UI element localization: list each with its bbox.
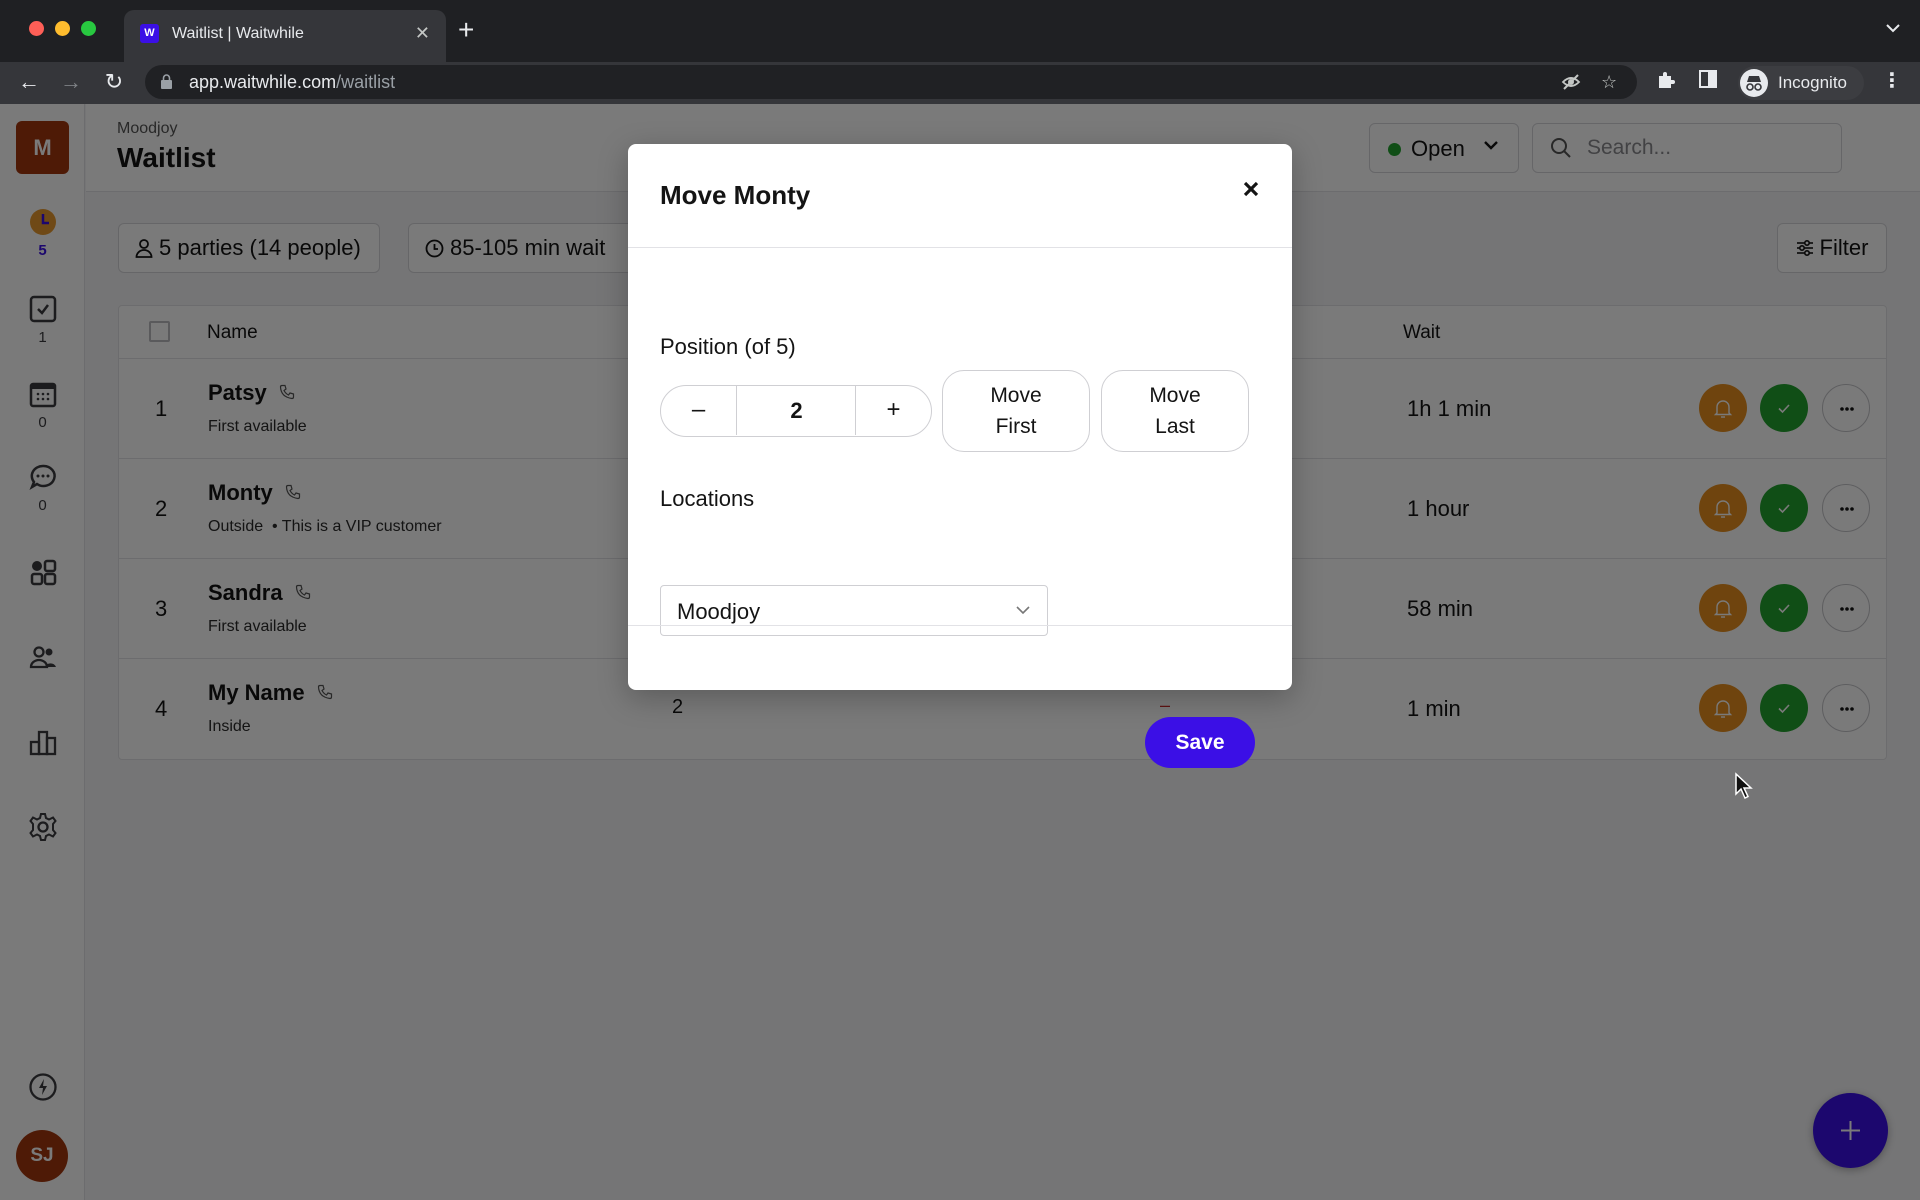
position-input[interactable] <box>738 386 855 435</box>
tab-search-chevron-icon[interactable] <box>1886 20 1900 38</box>
tab-title: Waitlist | Waitwhile <box>172 25 304 42</box>
save-button[interactable]: Save <box>1145 717 1255 768</box>
browser-menu-icon[interactable]: ⋮ <box>1882 68 1902 93</box>
waitwhile-favicon-icon: W <box>140 24 159 43</box>
decrement-position-button[interactable]: – <box>661 386 737 435</box>
dialog-header: Move Monty <box>628 144 1292 248</box>
forward-button[interactable]: → <box>55 66 87 98</box>
url-text: app.waitwhile.com/waitlist <box>189 72 395 92</box>
incognito-icon <box>1740 69 1768 97</box>
move-party-dialog: Move Monty Position (of 5) – + Move Firs… <box>628 144 1292 768</box>
dialog-title: Move Monty <box>660 180 811 210</box>
lock-icon <box>161 74 172 89</box>
browser-chrome: W Waitlist | Waitwhile ✕ + ← → ↻ app.wai… <box>0 0 1920 104</box>
position-stepper: – + <box>660 385 932 437</box>
close-window-button[interactable] <box>29 21 44 36</box>
mouse-cursor-icon <box>1735 772 1753 800</box>
move-first-line2: First <box>995 415 1037 438</box>
location-select-value: Moodjoy <box>677 599 761 624</box>
back-button[interactable]: ← <box>13 66 45 98</box>
bookmark-star-icon[interactable]: ☆ <box>1601 72 1617 93</box>
url-path: /waitlist <box>336 72 396 92</box>
browser-toolbar: ← → ↻ app.waitwhile.com/waitlist ☆ Incog… <box>0 62 1920 104</box>
move-last-button[interactable]: Move Last <box>1101 370 1249 452</box>
address-bar[interactable]: app.waitwhile.com/waitlist ☆ <box>145 65 1637 99</box>
new-tab-button[interactable]: + <box>458 16 474 44</box>
locations-label: Locations <box>660 486 755 511</box>
maximize-window-button[interactable] <box>81 21 96 36</box>
incognito-label: Incognito <box>1778 73 1847 92</box>
move-first-button[interactable]: Move First <box>942 370 1090 452</box>
location-select[interactable]: Moodjoy <box>660 585 1048 636</box>
tab-strip: W Waitlist | Waitwhile ✕ + <box>0 0 1920 62</box>
move-last-line2: Last <box>1155 415 1195 438</box>
dialog-footer-divider <box>628 625 1292 626</box>
close-dialog-button[interactable] <box>1236 174 1266 204</box>
move-first-line1: Move <box>990 384 1042 407</box>
waitwhile-app: M 5 1 0 0 SJ <box>0 104 1920 1200</box>
tab-close-icon[interactable]: ✕ <box>415 22 430 44</box>
position-label: Position (of 5) <box>660 334 796 359</box>
minimize-window-button[interactable] <box>55 21 70 36</box>
incognito-profile-button[interactable]: Incognito <box>1738 66 1864 100</box>
extensions-puzzle-icon[interactable] <box>1656 70 1676 95</box>
side-panel-icon[interactable] <box>1699 70 1717 93</box>
reload-button[interactable]: ↻ <box>98 66 130 98</box>
eye-slash-icon[interactable] <box>1561 72 1581 97</box>
url-host: app.waitwhile.com <box>189 72 337 92</box>
chevron-down-icon <box>1016 606 1030 615</box>
close-icon <box>1243 181 1259 197</box>
browser-tab-active[interactable]: W Waitlist | Waitwhile ✕ <box>124 10 446 62</box>
increment-position-button[interactable]: + <box>855 386 931 435</box>
move-last-line1: Move <box>1149 384 1201 407</box>
